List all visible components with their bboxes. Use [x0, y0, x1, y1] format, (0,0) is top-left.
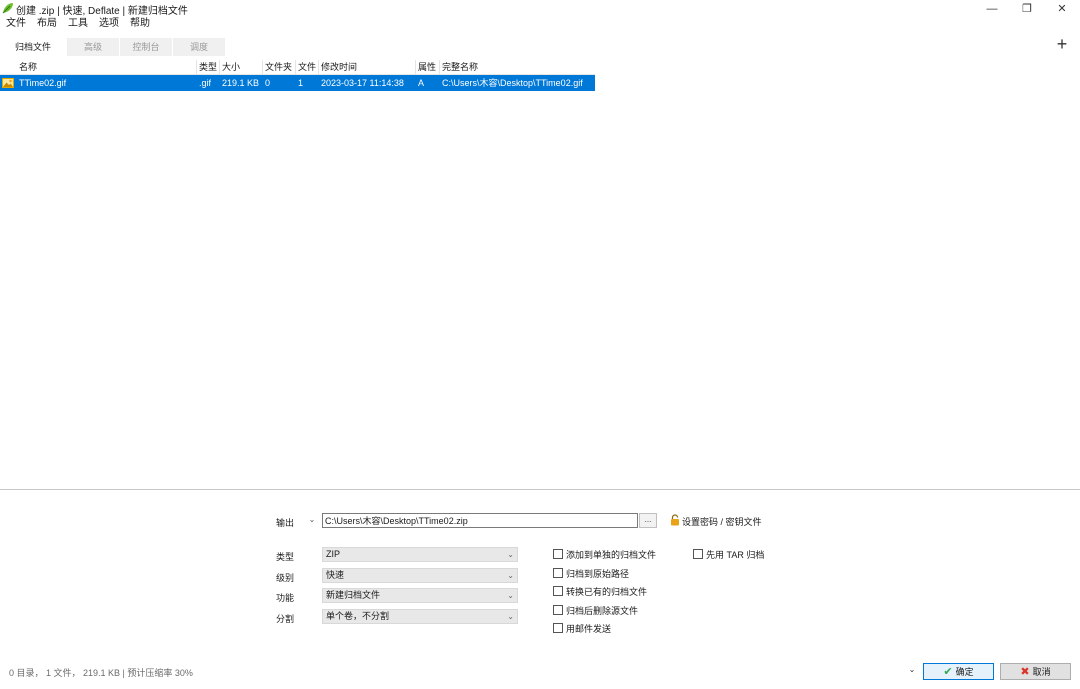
cell-type: .gif — [199, 78, 212, 88]
ok-button[interactable]: ✔ 确定 — [923, 663, 994, 680]
column-header-fullname[interactable]: 完整名称 — [440, 60, 595, 75]
window-title: 创建 .zip | 快速, Deflate | 新建归档文件 — [16, 6, 188, 17]
column-header-type[interactable]: 类型 — [197, 60, 220, 75]
tab-advanced[interactable]: 高级 — [67, 38, 119, 56]
output-label: 输出 — [276, 518, 295, 528]
checkbox-box[interactable] — [693, 549, 703, 559]
menu-layout[interactable]: 布局 — [31, 17, 62, 31]
cell-modified: 2023-03-17 11:14:38 — [321, 78, 404, 88]
output-history-dropdown[interactable]: ⌄ — [306, 514, 318, 526]
checkbox-box[interactable] — [553, 605, 563, 615]
cell-size: 219.1 KB — [222, 78, 260, 88]
panel-divider[interactable] — [0, 489, 1080, 490]
menu-options[interactable]: 选项 — [93, 17, 124, 31]
checkbox-box[interactable] — [553, 568, 563, 578]
checkbox-send-email[interactable]: 用邮件发送 — [553, 622, 611, 634]
function-select-value: 新建归档文件 — [326, 590, 381, 600]
ok-button-label: 确定 — [955, 667, 974, 677]
plus-icon: + — [1056, 34, 1068, 54]
checkbox-label: 归档到原始路径 — [566, 568, 630, 579]
checkbox-box[interactable] — [553, 549, 563, 559]
close-icon: ✕ — [1057, 3, 1067, 15]
checkbox-label: 添加到单独的归档文件 — [566, 549, 657, 560]
menu-help[interactable]: 帮助 — [124, 17, 155, 31]
checkbox-delete-source[interactable]: 归档后删除源文件 — [553, 604, 638, 616]
x-icon: ✖ — [1020, 666, 1030, 678]
cell-files: 1 — [298, 78, 304, 88]
column-header-files[interactable]: 文件 — [296, 60, 319, 75]
column-header-attributes[interactable]: 属性 — [416, 60, 440, 75]
checkbox-box[interactable] — [553, 623, 563, 633]
browse-button[interactable]: ... — [639, 513, 657, 528]
column-header-size[interactable]: 大小 — [220, 60, 263, 75]
tab-console[interactable]: 控制台 — [120, 38, 172, 56]
check-icon: ✔ — [943, 666, 953, 678]
set-password-link[interactable]: 设置密码 / 密钥文件 — [682, 515, 762, 528]
menu-tools[interactable]: 工具 — [62, 17, 93, 31]
function-select[interactable]: 新建归档文件 ⌄ — [322, 588, 518, 603]
title-bar: 创建 .zip | 快速, Deflate | 新建归档文件 — ❐ ✕ — [0, 0, 1080, 17]
tab-bar: 归档文件 高级 控制台 调度 — [0, 38, 226, 56]
checkbox-box[interactable] — [553, 586, 563, 596]
minimize-icon: — — [986, 2, 998, 15]
level-select[interactable]: 快速 ⌄ — [322, 568, 518, 583]
column-header-modified[interactable]: 修改时间 — [319, 60, 416, 75]
chevron-down-icon: ⌄ — [507, 571, 514, 580]
split-label: 分割 — [276, 614, 295, 624]
cancel-button[interactable]: ✖ 取消 — [1000, 663, 1071, 680]
lock-icon — [671, 514, 679, 526]
menu-bar: 文件 布局 工具 选项 帮助 — [0, 17, 155, 31]
split-select-value: 单个卷，不分割 — [326, 611, 390, 621]
cancel-button-label: 取消 — [1032, 667, 1051, 677]
tab-archive[interactable]: 归档文件 — [0, 38, 66, 56]
table-header: 名称 类型 大小 文件夹 文件 修改时间 属性 完整名称 — [0, 60, 595, 75]
checkbox-separate-archives[interactable]: 添加到单独的归档文件 — [553, 548, 656, 560]
close-button[interactable]: ✕ — [1045, 0, 1079, 17]
gif-image-icon — [2, 78, 14, 88]
file-table: 名称 类型 大小 文件夹 文件 修改时间 属性 完整名称 TTime02.gif… — [0, 60, 595, 91]
chevron-down-icon: ⌄ — [507, 550, 514, 559]
table-row[interactable]: TTime02.gif .gif 219.1 KB 0 1 2023-03-17… — [0, 75, 595, 91]
add-files-button[interactable]: + — [1053, 35, 1071, 53]
status-text: 0 目录， 1 文件， 219.1 KB | 预计压缩率 30% — [9, 668, 193, 678]
checkbox-tar-first[interactable]: 先用 TAR 归档 — [693, 548, 764, 560]
cell-fullname: C:\Users\木容\Desktop\TTime02.gif — [442, 78, 583, 88]
column-header-folders[interactable]: 文件夹 — [263, 60, 296, 75]
checkbox-label: 转换已有的归档文件 — [566, 586, 648, 597]
restore-button[interactable]: ❐ — [1010, 0, 1044, 17]
minimize-button[interactable]: — — [975, 0, 1009, 17]
checkbox-label: 用邮件发送 — [566, 623, 612, 634]
output-path-input[interactable] — [322, 513, 638, 528]
chevron-down-icon: ⌄ — [507, 591, 514, 600]
chevron-down-icon: ⌄ — [507, 612, 514, 621]
checkbox-label: 归档后删除源文件 — [566, 605, 639, 616]
level-select-value: 快速 — [326, 570, 345, 580]
type-label: 类型 — [276, 552, 295, 562]
type-select[interactable]: ZIP ⌄ — [322, 547, 518, 562]
cell-attributes: A — [418, 78, 425, 88]
checkbox-label: 先用 TAR 归档 — [706, 549, 765, 560]
type-select-value: ZIP — [326, 549, 341, 559]
column-header-name[interactable]: 名称 — [17, 60, 197, 75]
ok-options-dropdown[interactable]: ⌄ — [906, 664, 918, 676]
checkbox-convert-archives[interactable]: 转换已有的归档文件 — [553, 585, 647, 597]
checkbox-original-path[interactable]: 归档到原始路径 — [553, 567, 629, 579]
cell-folders: 0 — [265, 78, 271, 88]
split-select[interactable]: 单个卷，不分割 ⌄ — [322, 609, 518, 624]
cell-name: TTime02.gif — [19, 78, 67, 88]
leaf-icon — [2, 3, 13, 14]
function-label: 功能 — [276, 593, 295, 603]
menu-file[interactable]: 文件 — [0, 17, 31, 31]
restore-icon: ❐ — [1022, 3, 1032, 15]
tab-schedule[interactable]: 调度 — [173, 38, 225, 56]
level-label: 级别 — [276, 573, 295, 583]
